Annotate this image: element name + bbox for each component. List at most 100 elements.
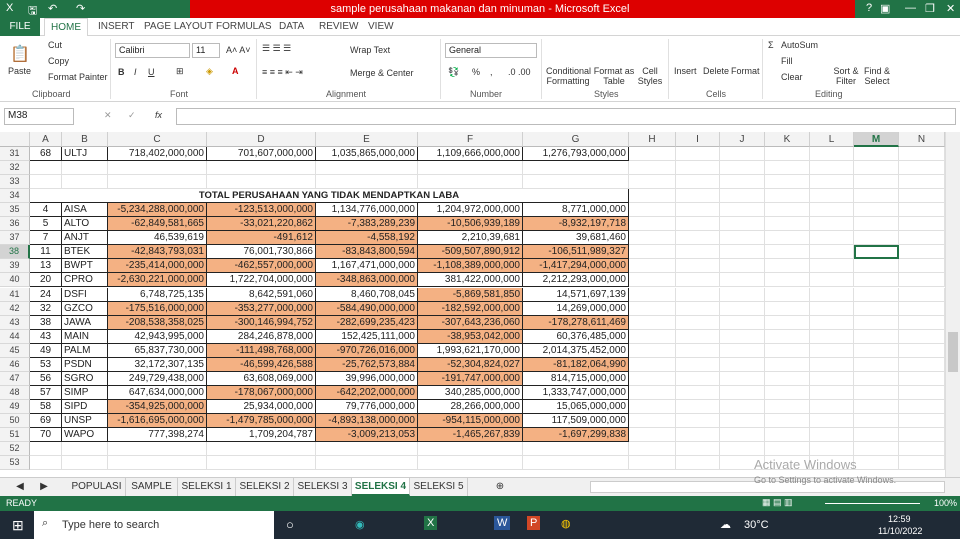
empty-cell[interactable] — [629, 399, 676, 414]
empty-cell[interactable] — [810, 301, 854, 316]
name-box[interactable]: M38 — [4, 108, 74, 125]
find-select-button[interactable]: Find & Select — [862, 66, 892, 86]
empty-cell[interactable] — [629, 161, 676, 176]
row-header[interactable]: 43 — [0, 315, 30, 330]
empty-cell[interactable] — [899, 329, 945, 344]
empty-cell[interactable] — [765, 385, 810, 400]
row-header[interactable]: 52 — [0, 442, 30, 457]
cell-value[interactable]: 1,167,471,000,000 — [316, 259, 418, 274]
empty-cell[interactable] — [108, 442, 207, 457]
empty-cell[interactable] — [720, 343, 765, 358]
cell-company-code[interactable]: GZCO — [62, 301, 108, 316]
empty-cell[interactable] — [629, 217, 676, 232]
cell-value[interactable]: 8,771,000,000 — [523, 203, 629, 218]
tab-file[interactable]: FILE — [0, 18, 40, 36]
empty-cell[interactable] — [629, 329, 676, 344]
cell-value[interactable]: -178,067,000,000 — [207, 385, 316, 400]
cell-value[interactable]: -3,009,213,053 — [316, 428, 418, 442]
empty-cell[interactable] — [720, 357, 765, 372]
empty-cell[interactable] — [810, 428, 854, 442]
empty-cell[interactable] — [676, 273, 720, 288]
empty-cell[interactable] — [854, 329, 899, 344]
empty-cell[interactable] — [899, 203, 945, 218]
empty-cell[interactable] — [899, 413, 945, 428]
cell-value[interactable]: -208,538,358,025 — [108, 315, 207, 330]
cell-value[interactable]: -970,726,016,000 — [316, 343, 418, 358]
empty-cell[interactable] — [810, 259, 854, 274]
cell-value[interactable]: 1,109,666,000,000 — [418, 147, 523, 161]
empty-cell[interactable] — [854, 189, 899, 204]
zoom-level[interactable]: 100% — [934, 498, 957, 508]
selected-cell-m38[interactable] — [854, 245, 899, 260]
empty-cell[interactable] — [810, 357, 854, 372]
cell-number[interactable]: 58 — [30, 399, 62, 414]
row-header[interactable]: 33 — [0, 175, 30, 190]
cell-value[interactable]: -1,417,294,000,000 — [523, 259, 629, 274]
close-button[interactable]: ✕ — [946, 2, 955, 15]
empty-cell[interactable] — [854, 343, 899, 358]
empty-cell[interactable] — [676, 428, 720, 442]
empty-cell[interactable] — [418, 456, 523, 471]
column-header-l[interactable]: L — [810, 132, 854, 147]
empty-cell[interactable] — [676, 371, 720, 386]
cell-value[interactable]: -178,278,611,469 — [523, 315, 629, 330]
empty-cell[interactable] — [720, 315, 765, 330]
empty-cell[interactable] — [765, 371, 810, 386]
empty-cell[interactable] — [62, 456, 108, 471]
zoom-slider[interactable] — [825, 503, 920, 504]
empty-cell[interactable] — [720, 301, 765, 316]
empty-cell[interactable] — [854, 442, 899, 457]
cell-value[interactable]: -1,616,695,000,000 — [108, 413, 207, 428]
borders-icon[interactable]: ⊞ — [176, 66, 184, 77]
cell-value[interactable]: -4,558,192 — [316, 231, 418, 246]
cell-value[interactable]: 14,269,000,000 — [523, 301, 629, 316]
sheet-tab-seleksi-1[interactable]: SELEKSI 1 — [178, 478, 236, 496]
column-header-g[interactable]: G — [523, 132, 629, 147]
cell-value[interactable]: -584,490,000,000 — [316, 301, 418, 316]
task-view-icon[interactable]: ○ — [286, 517, 294, 532]
empty-cell[interactable] — [720, 371, 765, 386]
empty-cell[interactable] — [810, 385, 854, 400]
cell-number[interactable]: 5 — [30, 217, 62, 232]
empty-cell[interactable] — [676, 385, 720, 400]
empty-cell[interactable] — [899, 428, 945, 442]
cell-value[interactable]: 65,837,730,000 — [108, 343, 207, 358]
cell-number[interactable]: 11 — [30, 245, 62, 260]
column-header-f[interactable]: F — [418, 132, 523, 147]
empty-cell[interactable] — [810, 442, 854, 457]
row-header[interactable]: 49 — [0, 399, 30, 414]
empty-cell[interactable] — [854, 357, 899, 372]
empty-cell[interactable] — [207, 442, 316, 457]
empty-cell[interactable] — [207, 456, 316, 471]
row-header[interactable]: 44 — [0, 329, 30, 344]
fill-color-icon[interactable]: ◈ — [206, 66, 213, 77]
empty-cell[interactable] — [899, 315, 945, 330]
cell-value[interactable]: 8,460,708,045 — [316, 287, 418, 302]
cell-value[interactable]: -191,747,000,000 — [418, 371, 523, 386]
cell-value[interactable]: 39,681,460 — [523, 231, 629, 246]
empty-cell[interactable] — [418, 161, 523, 176]
empty-cell[interactable] — [676, 413, 720, 428]
cell-number[interactable]: 56 — [30, 371, 62, 386]
empty-cell[interactable] — [765, 259, 810, 274]
cell-value[interactable]: 2,014,375,452,000 — [523, 343, 629, 358]
empty-cell[interactable] — [854, 371, 899, 386]
format-as-table-button[interactable]: Format as Table — [593, 66, 635, 86]
empty-cell[interactable] — [629, 442, 676, 457]
empty-cell[interactable] — [765, 428, 810, 442]
cell-value[interactable]: 6,748,725,135 — [108, 287, 207, 302]
empty-cell[interactable] — [676, 287, 720, 302]
cell-value[interactable]: -182,592,000,000 — [418, 301, 523, 316]
cell-company-code[interactable]: AISA — [62, 203, 108, 218]
empty-cell[interactable] — [899, 287, 945, 302]
empty-cell[interactable] — [418, 175, 523, 190]
empty-cell[interactable] — [720, 399, 765, 414]
chrome-icon[interactable]: ◍ — [561, 517, 571, 530]
empty-cell[interactable] — [720, 175, 765, 190]
cell-value[interactable]: -353,277,000,000 — [207, 301, 316, 316]
empty-cell[interactable] — [629, 189, 676, 204]
empty-cell[interactable] — [765, 245, 810, 260]
cell-number[interactable]: 69 — [30, 413, 62, 428]
sheet-tab-populasi[interactable]: POPULASI — [68, 478, 126, 496]
cell-value[interactable]: 76,001,730,866 — [207, 245, 316, 260]
